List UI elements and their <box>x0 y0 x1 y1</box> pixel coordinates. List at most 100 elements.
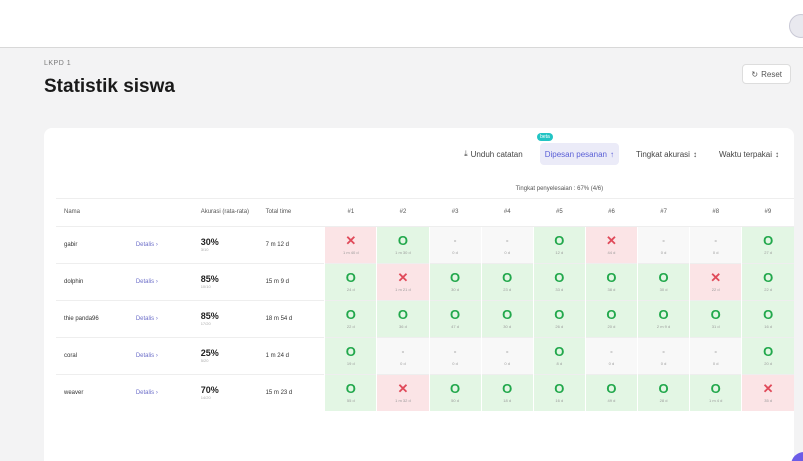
unanswered-icon: - <box>714 347 718 356</box>
question-result-cell[interactable]: - 0 d <box>689 225 742 263</box>
detail-button[interactable]: Detalis <box>136 242 154 248</box>
question-result-cell[interactable]: - 0 d <box>584 336 638 374</box>
question-result-cell[interactable]: O 19 d <box>324 336 377 374</box>
student-name: weaver <box>56 373 128 411</box>
header-question[interactable]: #1 <box>324 197 377 226</box>
time-spent: 22 d <box>764 287 773 292</box>
unanswered-icon: - <box>505 236 509 245</box>
question-result-cell[interactable]: O 36 d <box>376 299 430 337</box>
correct-icon: O <box>450 381 461 397</box>
question-result-cell[interactable]: - 0 d <box>637 336 690 374</box>
question-result-cell[interactable]: O 20 d <box>584 299 638 337</box>
wrong-icon: ✕ <box>762 381 774 397</box>
user-avatar[interactable] <box>789 14 803 38</box>
correct-icon: O <box>606 381 617 397</box>
question-result-cell[interactable]: O 22 d <box>324 299 377 337</box>
time-spent: 20 d <box>607 324 616 329</box>
question-result-cell[interactable]: - 0 d <box>480 336 534 374</box>
header-accuracy[interactable]: Akurasi (rata-rata) <box>192 197 258 226</box>
student-stats-table: Tingkat penyelesaian : 67% (4/6) Nama Ak… <box>56 180 794 411</box>
correct-icon: O <box>397 233 409 248</box>
unanswered-icon: - <box>714 236 718 245</box>
completion-rate: Tingkat penyelesaian : 67% (4/6) <box>515 185 604 192</box>
time-spent: 47 d <box>451 324 459 329</box>
question-result-cell[interactable]: ✕ 1 m 21 d <box>376 262 430 300</box>
header-question[interactable]: #6 <box>585 197 638 226</box>
question-result-cell[interactable]: O 1 m 30 d <box>376 225 430 263</box>
question-result-cell[interactable]: ✕ 35 d <box>741 373 794 411</box>
detail-button[interactable]: Detalis <box>136 353 154 359</box>
question-result-cell[interactable]: O 38 d <box>584 262 638 300</box>
accuracy-sort-label: Tingkat akurasi <box>635 149 690 159</box>
chevron-right-icon: › <box>154 278 158 285</box>
download-label: Unduh catatan <box>470 149 523 159</box>
sort-icon: ↕ <box>775 149 779 159</box>
question-result-cell[interactable]: ✕ 1 m 32 d <box>376 373 430 411</box>
question-result-cell[interactable]: - 0 d <box>637 225 690 263</box>
question-result-cell[interactable]: O 30 d <box>480 299 534 337</box>
time-spent: 28 d <box>659 398 668 404</box>
reset-button[interactable]: ↻ Reset <box>742 64 791 84</box>
question-result-cell[interactable]: O 30 d <box>428 262 482 300</box>
header-question[interactable]: #2 <box>376 197 430 226</box>
accuracy-cell: 30% 3/10 <box>192 225 258 263</box>
time-spent: 30 d <box>659 287 668 292</box>
header-question[interactable]: #4 <box>481 197 534 226</box>
detail-button[interactable]: Detalis <box>136 279 154 285</box>
correct-icon: O <box>554 381 565 397</box>
question-result-cell[interactable]: O 20 d <box>741 336 794 374</box>
question-result-cell[interactable]: O 12 d <box>532 225 586 263</box>
detail-button[interactable]: Detalis <box>136 316 154 322</box>
time-spent: 0 d <box>400 361 406 366</box>
question-result-cell[interactable]: - 0 d <box>480 225 534 263</box>
question-result-cell[interactable]: O 30 d <box>637 262 690 300</box>
question-result-cell[interactable]: O 31 d <box>689 299 742 337</box>
time-spent: 16 d <box>555 398 564 404</box>
question-result-cell[interactable]: - 0 d <box>689 336 742 374</box>
question-result-cell[interactable]: O 2 m 9 d <box>637 299 690 337</box>
question-result-cell[interactable]: O 8 d <box>532 336 586 374</box>
question-result-cell[interactable]: O 27 d <box>741 225 794 263</box>
question-result-cell[interactable]: O 28 d <box>637 373 690 411</box>
question-result-cell[interactable]: - 0 d <box>428 336 482 374</box>
header-question[interactable]: #7 <box>637 197 690 226</box>
header-question[interactable]: #9 <box>741 197 794 226</box>
question-result-cell[interactable]: O 16 d <box>532 373 586 411</box>
correct-icon: O <box>658 270 669 285</box>
detail-button[interactable]: Detalis <box>136 390 154 396</box>
accuracy-fraction: 5/20 <box>200 358 209 363</box>
header-total-time[interactable]: Total time <box>257 197 325 226</box>
question-result-cell[interactable]: - 0 d <box>376 336 430 374</box>
unanswered-icon: - <box>401 347 405 356</box>
question-result-cell[interactable]: O1 m 4 d <box>689 373 742 411</box>
question-result-cell[interactable]: O 22 d <box>741 262 794 300</box>
question-result-cell[interactable]: O 16 d <box>741 299 794 337</box>
question-result-cell[interactable]: O 23 d <box>480 262 534 300</box>
question-result-cell[interactable]: ✕ 1 m 40 d <box>324 225 377 263</box>
question-result-cell[interactable]: O 18 d <box>480 373 534 411</box>
time-spent: 24 d <box>346 287 355 292</box>
question-result-cell[interactable]: O 49 d <box>584 373 638 411</box>
header-question[interactable]: #5 <box>533 197 586 226</box>
question-result-cell[interactable]: ✕ 44 d <box>584 225 638 263</box>
accuracy-percent: 85% <box>200 274 219 284</box>
question-result-cell[interactable]: O 24 d <box>324 262 377 300</box>
sort-time-button[interactable]: Waktu terpakai ↕ <box>714 143 784 165</box>
breadcrumb: LKPD 1 <box>44 60 72 67</box>
sort-accuracy-button[interactable]: Tingkat akurasi ↕ <box>631 143 702 165</box>
question-result-cell[interactable]: - 0 d <box>428 225 482 263</box>
header-name[interactable]: Nama <box>56 197 128 226</box>
question-result-cell[interactable]: ✕ 22 d <box>689 262 742 300</box>
download-notes-button[interactable]: ⤓ Unduh catatan beta <box>459 133 553 165</box>
header-question[interactable]: #3 <box>429 197 482 226</box>
question-result-cell[interactable]: O 47 d <box>428 299 482 337</box>
question-result-cell[interactable]: O 26 d <box>532 299 586 337</box>
header-question[interactable]: #8 <box>689 197 742 226</box>
wrong-icon: ✕ <box>397 381 409 397</box>
question-result-cell[interactable]: O 50 d <box>428 373 482 411</box>
total-time: 7 m 12 d <box>257 225 325 263</box>
question-result-cell[interactable]: O 55 d <box>324 373 377 411</box>
question-result-cell[interactable]: O 33 d <box>532 262 586 300</box>
sort-order-button[interactable]: Dipesan pesanan ↑ <box>539 143 619 165</box>
total-time: 15 m 9 d <box>257 262 325 300</box>
